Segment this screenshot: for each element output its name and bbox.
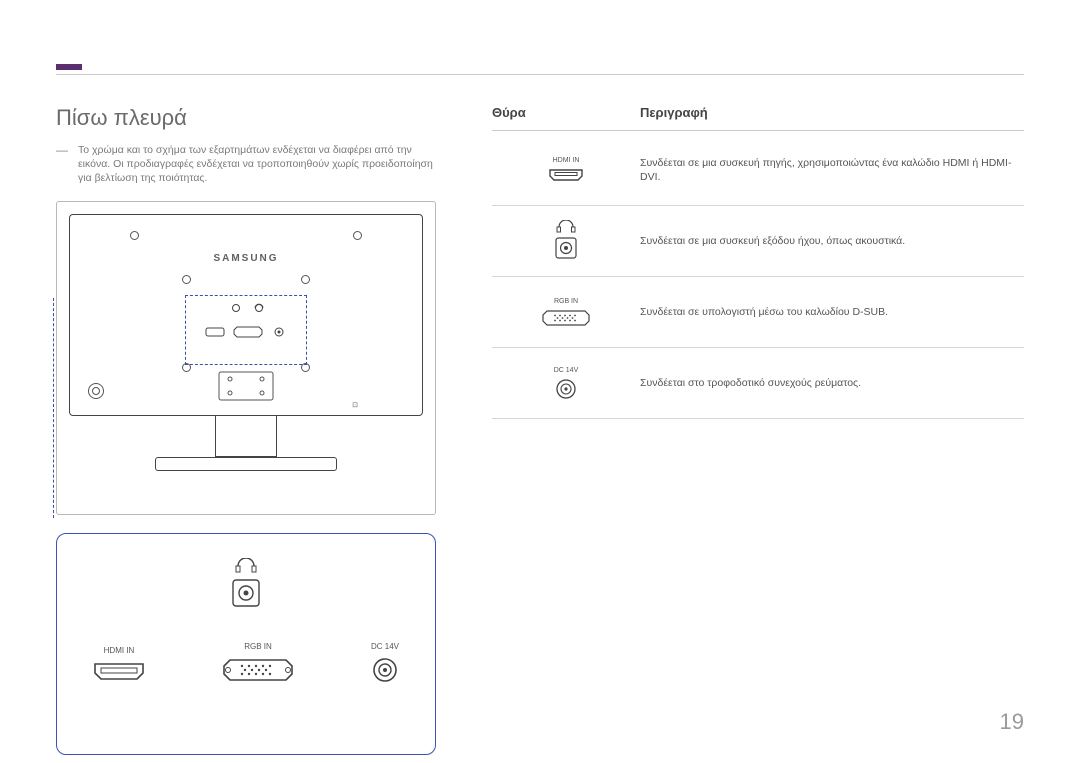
screw-icon [182,275,191,284]
dc-port-icon [369,657,401,683]
rgb-port-group: RGB IN [222,642,294,683]
power-button-icon [88,383,104,399]
port-cell-hdmi: HDMI IN [547,157,585,183]
headphone-port-icon [551,220,581,262]
port-cell-rgb: RGB IN [541,298,591,327]
hdmi-port-icon [91,661,147,683]
hdmi-label: HDMI IN [91,646,147,655]
right-column: Θύρα Περιγραφή HDMI IN Συνδέεται σε μια … [492,105,1024,755]
screw-icon [130,231,139,240]
port-cell-headphone [551,220,581,262]
mini-ports-icon [191,296,301,356]
page-number: 19 [1000,709,1024,735]
monitor-base-icon [155,457,337,471]
port-cell-dc: DC 14V [553,367,579,400]
port-highlight-box [185,295,307,365]
ports-zoom-panel: HDMI IN RGB IN [56,533,436,755]
table-header: Θύρα Περιγραφή [492,105,1024,131]
headphone-port-icon [226,558,266,612]
accent-bar [56,64,82,70]
desc-cell: Συνδέεται σε μια συσκευή πηγής, χρησιμοπ… [640,156,1024,184]
note-text: Το χρώμα και το σχήμα των εξαρτημάτων εν… [78,143,436,185]
monitor-figure: SAMSUNG [56,201,436,515]
desc-cell: Συνδέεται στο τροφοδοτικό συνεχούς ρεύμα… [640,376,1024,390]
lock-icon: ⊡ [352,401,358,409]
hdmi-port-icon [547,168,585,183]
monitor-brand-label: SAMSUNG [70,215,422,264]
note-block: ― Το χρώμα και το σχήμα των εξαρτημάτων … [56,143,436,185]
headphone-port-group [226,558,266,612]
dc-port-icon [553,378,579,400]
port-label: HDMI IN [547,157,585,164]
table-row: HDMI IN Συνδέεται σε μια συσκευή πηγής, … [492,135,1024,206]
table-row: RGB IN Συνδέεται σε υπολογιστή μέσω του … [492,277,1024,348]
dc-label: DC 14V [369,642,401,651]
dc-port-group: DC 14V [369,642,401,683]
monitor-back-panel: SAMSUNG [69,214,423,416]
vga-port-icon [541,309,591,327]
left-column: Πίσω πλευρά ― Το χρώμα και το σχήμα των … [56,105,436,755]
desc-cell: Συνδέεται σε υπολογιστή μέσω του καλωδίο… [640,305,1024,319]
note-dash-icon: ― [56,143,70,185]
th-desc: Περιγραφή [640,105,1024,120]
table-row: DC 14V Συνδέεται στο τροφοδοτικό συνεχού… [492,348,1024,419]
table-row: Συνδέεται σε μια συσκευή εξόδου ήχου, όπ… [492,206,1024,277]
hdmi-port-group: HDMI IN [91,646,147,683]
rgb-label: RGB IN [222,642,294,651]
vga-port-icon [222,657,294,683]
stand-mount-icon [218,371,274,401]
monitor-neck-icon [215,416,277,457]
screw-icon [301,275,310,284]
th-port: Θύρα [492,105,640,120]
port-label: RGB IN [541,298,591,305]
port-label: DC 14V [553,367,579,374]
top-rule [56,74,1024,75]
manual-page: Πίσω πλευρά ― Το χρώμα και το σχήμα των … [0,0,1080,763]
section-heading: Πίσω πλευρά [56,105,436,131]
screw-icon [353,231,362,240]
dashed-connector-line [53,298,55,518]
desc-cell: Συνδέεται σε μια συσκευή εξόδου ήχου, όπ… [640,234,1024,248]
